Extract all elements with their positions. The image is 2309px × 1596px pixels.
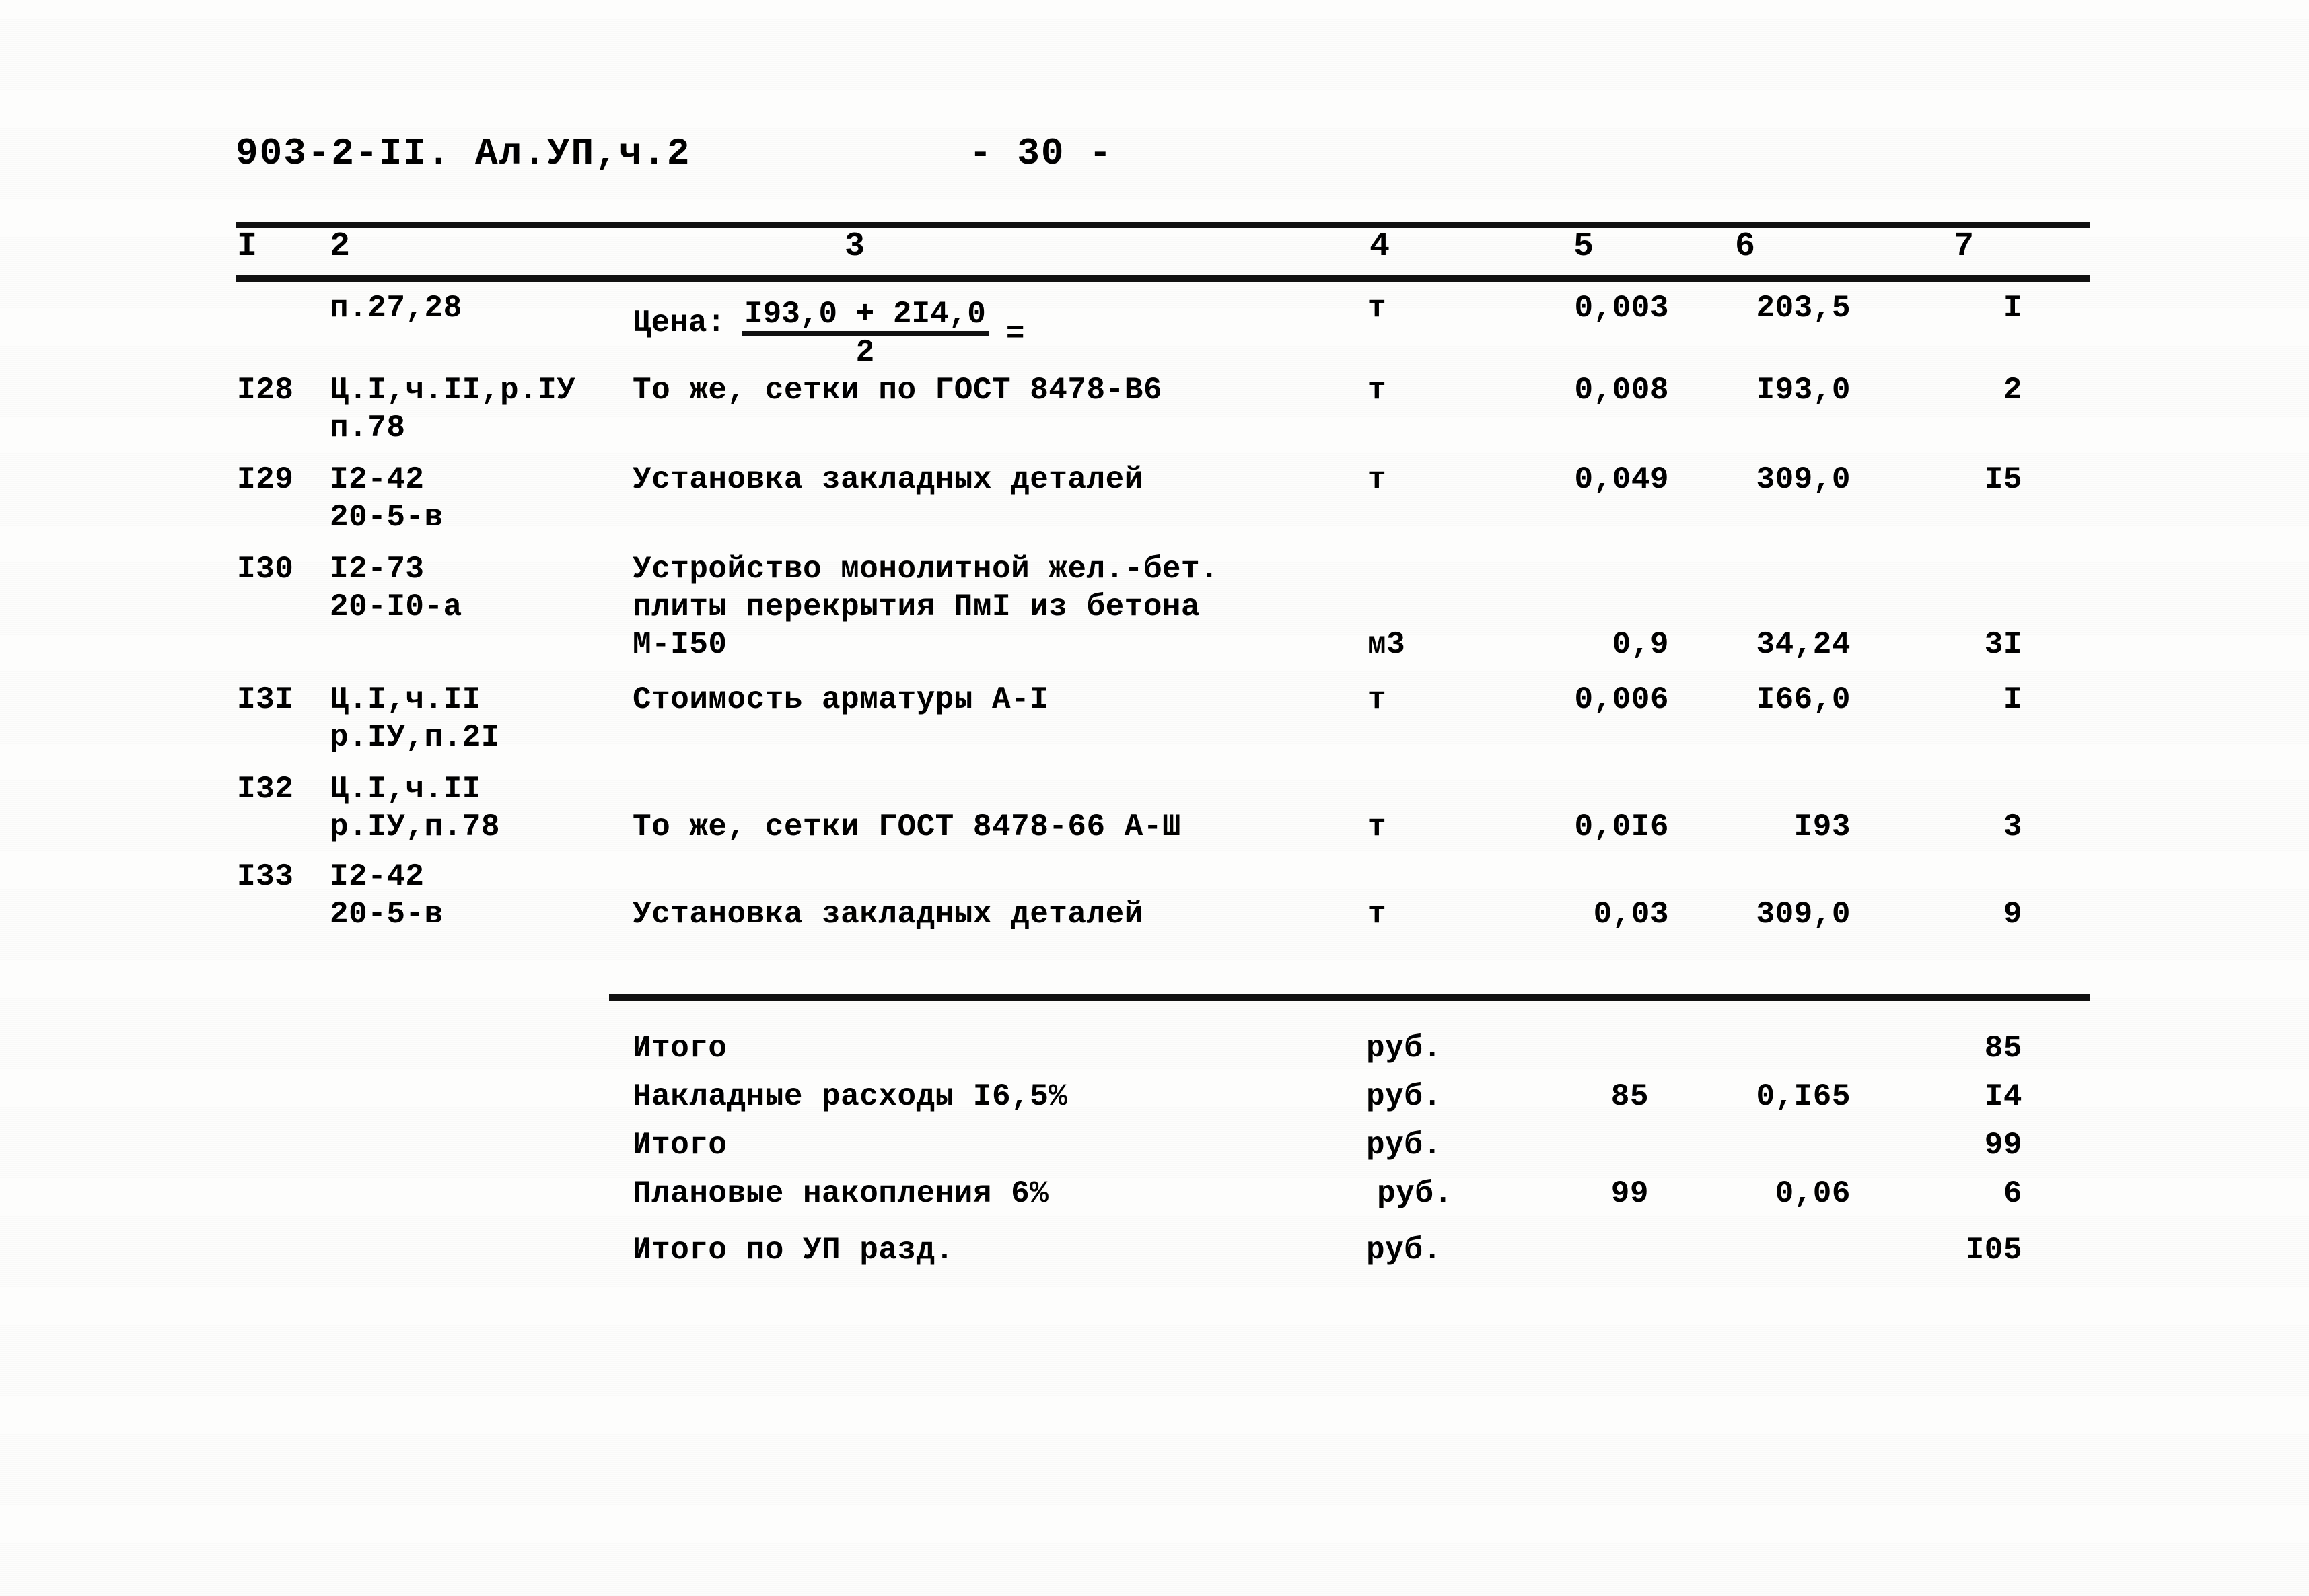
column-header-5: 5 (1573, 227, 1594, 266)
column-header-2: 2 (330, 227, 351, 266)
row-total: I (2003, 291, 2022, 326)
column-header-1: I (237, 227, 258, 266)
summary-value: I05 (1965, 1233, 2022, 1268)
summary-unit: руб. (1366, 1233, 1442, 1268)
row-total: 9 (2003, 897, 2022, 932)
row-description-formula: Цена: I93,0 + 2I4,0 2 = (633, 287, 1025, 369)
fraction: I93,0 + 2I4,0 2 (742, 297, 989, 369)
row-unit-price: 203,5 (1756, 291, 1851, 326)
summary-unit: руб. (1377, 1176, 1453, 1211)
summary-label: Плановые накопления 6% (633, 1176, 1049, 1211)
row-description: Стоимость арматуры А-I (633, 682, 1049, 717)
document-page: 903-2-II. Ал.УП,ч.2 - 30 - I 2 3 4 5 6 7… (0, 0, 2309, 1596)
row-description: То же, сетки по ГОСТ 8478-В6 (633, 373, 1162, 408)
fraction-denominator: 2 (855, 335, 875, 370)
summary-label: Итого (633, 1031, 727, 1066)
row-number: I28 (237, 373, 294, 408)
summary-row: Итого руб. 85 (0, 1029, 2309, 1079)
row-unit: т (1367, 291, 1387, 326)
summary-value: I4 (1984, 1079, 2022, 1114)
row-unit: т (1367, 809, 1387, 844)
row-unit-price: 309,0 (1756, 462, 1851, 497)
summary-separator-rule (609, 994, 2090, 1001)
row-quantity: 0,003 (1574, 291, 1669, 326)
row-unit-price: I66,0 (1756, 682, 1851, 717)
row-unit-price: 34,24 (1756, 627, 1851, 662)
summary-unit: руб. (1366, 1079, 1442, 1114)
row-quantity: 0,049 (1574, 462, 1669, 497)
row-unit: т (1367, 682, 1387, 717)
summary-row: Накладные расходы I6,5% руб. 85 0,I65 I4 (0, 1078, 2309, 1128)
row-unit: т (1367, 462, 1387, 497)
row-number: I33 (237, 859, 294, 894)
summary-row: Плановые накопления 6% руб. 99 0,06 6 (0, 1175, 2309, 1225)
row-number: I3I (237, 682, 294, 717)
row-number: I29 (237, 462, 294, 497)
row-quantity: 0,006 (1574, 682, 1669, 717)
summary-coefficient: 0,I65 (1756, 1079, 1851, 1114)
equals-sign: = (1005, 316, 1025, 351)
summary-row: Итого по УП разд. руб. I05 (0, 1231, 2309, 1281)
formula-lead: Цена: (633, 305, 726, 340)
summary-label: Накладные расходы I6,5% (633, 1079, 1068, 1114)
summary-unit: руб. (1366, 1128, 1442, 1163)
row-total: I (2003, 682, 2022, 717)
row-unit: м3 (1367, 627, 1406, 662)
column-header-3: 3 (845, 227, 865, 266)
summary-label: Итого по УП разд. (633, 1233, 954, 1268)
document-header: 903-2-II. Ал.УП,ч.2 - 30 - (236, 132, 2093, 179)
row-quantity: 0,008 (1574, 373, 1669, 408)
row-quantity: 0,03 (1593, 897, 1669, 932)
summary-value: 85 (1984, 1031, 2022, 1066)
row-quantity: 0,0I6 (1574, 809, 1669, 844)
column-header-6: 6 (1735, 227, 1756, 266)
row-total: 2 (2003, 373, 2022, 408)
row-description: Установка закладных деталей (633, 462, 1143, 497)
summary-base: 99 (1610, 1176, 1649, 1211)
row-unit-price: I93,0 (1756, 373, 1851, 408)
summary-label: Итого (633, 1128, 727, 1163)
summary-value: 6 (2003, 1176, 2022, 1211)
summary-unit: руб. (1366, 1031, 1442, 1066)
row-description: То же, сетки ГОСТ 8478-66 А-Ш (633, 809, 1182, 844)
row-unit-price: 309,0 (1756, 897, 1851, 932)
table-column-headers: I 2 3 4 5 6 7 (0, 227, 2309, 275)
table-header-rule (236, 275, 2090, 282)
row-description: Установка закладных деталей (633, 897, 1143, 932)
summary-row: Итого руб. 99 (0, 1126, 2309, 1176)
row-unit-price: I93 (1793, 809, 1851, 844)
column-header-7: 7 (1954, 227, 1975, 266)
summary-value: 99 (1984, 1128, 2022, 1163)
document-code: 903-2-II. Ал.УП,ч.2 (236, 132, 691, 175)
row-unit: т (1367, 897, 1387, 932)
row-description: Устройство монолитной жел.-бет. плиты пе… (633, 552, 1219, 662)
row-total: I5 (1984, 462, 2022, 497)
page-number: - 30 - (969, 132, 1113, 175)
summary-base: 85 (1610, 1079, 1649, 1114)
row-total: 3I (1984, 627, 2022, 662)
row-number: I32 (237, 772, 294, 807)
summary-coefficient: 0,06 (1775, 1176, 1851, 1211)
row-quantity: 0,9 (1612, 627, 1669, 662)
fraction-numerator: I93,0 + 2I4,0 (744, 297, 986, 332)
row-total: 3 (2003, 809, 2022, 844)
column-header-4: 4 (1370, 227, 1390, 266)
row-number: I30 (237, 552, 294, 587)
row-unit: т (1367, 373, 1387, 408)
